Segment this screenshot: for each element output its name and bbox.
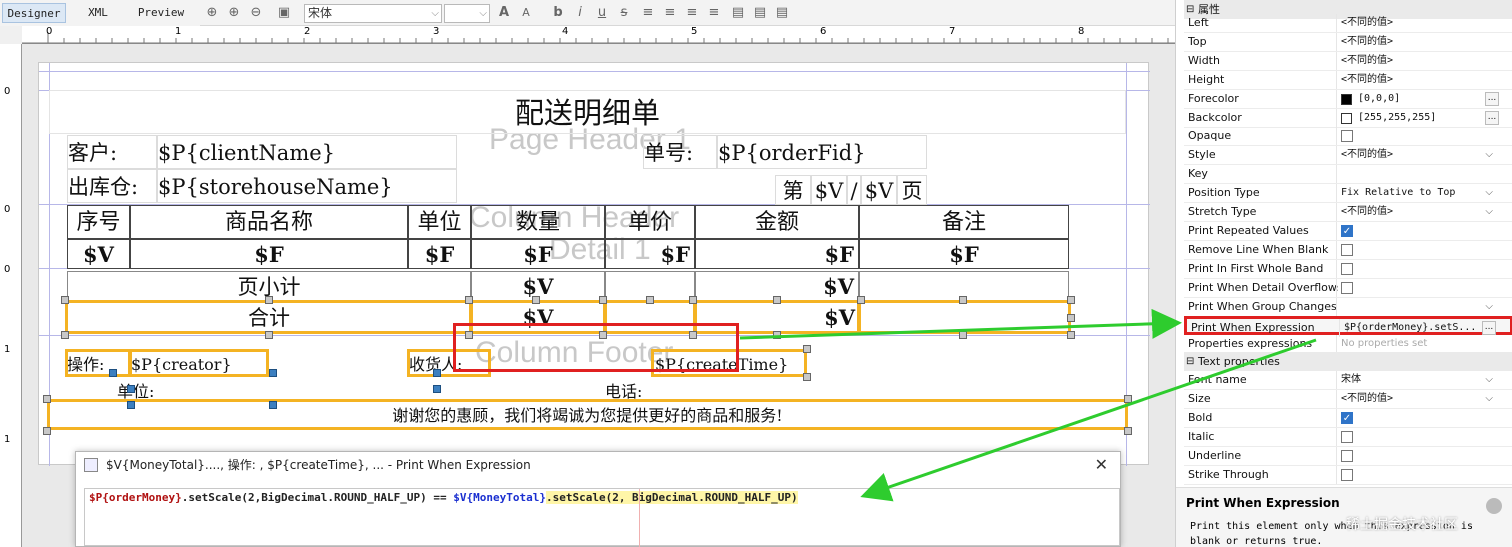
annotation-arrows bbox=[739, 308, 1317, 502]
arrow bbox=[739, 308, 1182, 340]
arrow bbox=[860, 338, 1317, 502]
